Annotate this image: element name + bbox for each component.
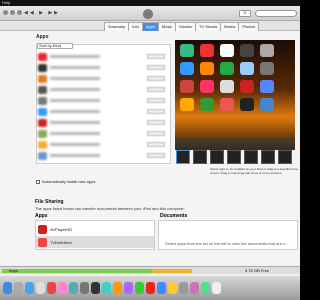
app-row[interactable] — [37, 151, 170, 161]
trash-icon[interactable] — [212, 282, 221, 294]
auto-install-checkbox[interactable]: Automatically install new apps — [36, 179, 95, 184]
app-icon[interactable] — [135, 282, 144, 294]
page-thumbnail[interactable] — [227, 150, 241, 164]
capacity-bar: Apps 5.76 GB Free — [0, 266, 300, 274]
capacity-other-segment — [152, 269, 192, 273]
home-screen-icons — [180, 44, 274, 111]
apps-section-title: Apps — [36, 34, 49, 40]
finder-icon[interactable] — [3, 282, 12, 294]
page-thumbnail[interactable] — [193, 150, 207, 164]
playback-controls[interactable]: ◀◀ ▶ ▶▶ — [24, 10, 60, 16]
capacity-apps-label: Apps — [9, 268, 19, 273]
documents-placeholder: Select apps from the list on the left to… — [165, 241, 289, 246]
page-thumbnail[interactable] — [176, 150, 190, 164]
page-thumbnail[interactable] — [261, 150, 275, 164]
page-thumbnail[interactable] — [244, 150, 258, 164]
file-sharing-apps-header: Apps — [35, 213, 48, 219]
capacity-apps-segment — [2, 269, 152, 273]
app-icon[interactable] — [113, 282, 122, 294]
mail-icon[interactable] — [36, 282, 45, 294]
app-row[interactable] — [37, 118, 170, 128]
app-icon[interactable] — [157, 282, 166, 294]
app-row[interactable] — [37, 63, 170, 73]
app-icon[interactable] — [146, 282, 155, 294]
device-nav: Summary Info Apps Music Movies TV Shows … — [0, 21, 300, 32]
itunes-icon[interactable] — [58, 282, 67, 294]
app-row[interactable] — [37, 52, 170, 62]
safari-icon[interactable] — [25, 282, 34, 294]
file-sharing-description: The apps listed below can transfer docum… — [35, 206, 185, 211]
menu-help[interactable]: Help — [2, 0, 10, 5]
page-thumbnail[interactable] — [210, 150, 224, 164]
app-icon[interactable] — [179, 282, 188, 294]
home-screen-hint: Select apps to be installed on your iPad… — [210, 167, 299, 175]
toolbar: ◀◀ ▶ ▶▶ ≡ — [0, 6, 300, 21]
app-icon[interactable] — [168, 282, 177, 294]
app-icon[interactable] — [201, 282, 210, 294]
ipad-dock-preview — [175, 138, 295, 150]
app-icon[interactable] — [190, 282, 199, 294]
itunes-window: Help ◀◀ ▶ ▶▶ ≡ Summary Info Apps Music M… — [0, 0, 300, 300]
checkbox-icon[interactable] — [36, 179, 40, 184]
app-store-icon[interactable] — [69, 282, 78, 294]
close-dot[interactable] — [3, 10, 8, 15]
avplayer-icon — [38, 224, 47, 234]
terminal-icon[interactable] — [91, 282, 100, 294]
app-row[interactable] — [37, 74, 170, 84]
search-input[interactable] — [255, 10, 297, 17]
app-row[interactable] — [37, 129, 170, 139]
file-sharing-app-row[interactable]: AVPlayerHD — [36, 223, 154, 235]
home-screen-pages — [176, 150, 296, 166]
capacity-free-label: 5.76 GB Free — [245, 268, 270, 273]
launchpad-icon[interactable] — [14, 282, 23, 294]
app-row[interactable] — [37, 96, 170, 106]
sort-dropdown[interactable]: Sort by Kind — [37, 43, 73, 49]
system-preferences-icon[interactable] — [80, 282, 89, 294]
minimize-dot[interactable] — [10, 10, 15, 15]
window-controls — [3, 10, 22, 15]
file-sharing-app-row[interactable]: TVDefinition — [36, 236, 154, 248]
calendar-icon[interactable] — [47, 282, 56, 294]
documents-header: Documents — [160, 213, 188, 219]
zoom-dot[interactable] — [17, 10, 22, 15]
app-icon[interactable] — [124, 282, 133, 294]
page-thumbnail[interactable] — [278, 150, 292, 164]
app-row[interactable] — [37, 85, 170, 95]
mac-dock — [0, 276, 300, 300]
apple-logo-icon — [143, 9, 153, 19]
tvdefinition-icon — [38, 237, 47, 247]
file-sharing-title: File Sharing — [35, 199, 64, 205]
list-icon[interactable]: ≡ — [239, 10, 251, 17]
app-icon[interactable] — [102, 282, 111, 294]
app-row[interactable] — [37, 107, 170, 117]
app-row[interactable] — [37, 140, 170, 150]
